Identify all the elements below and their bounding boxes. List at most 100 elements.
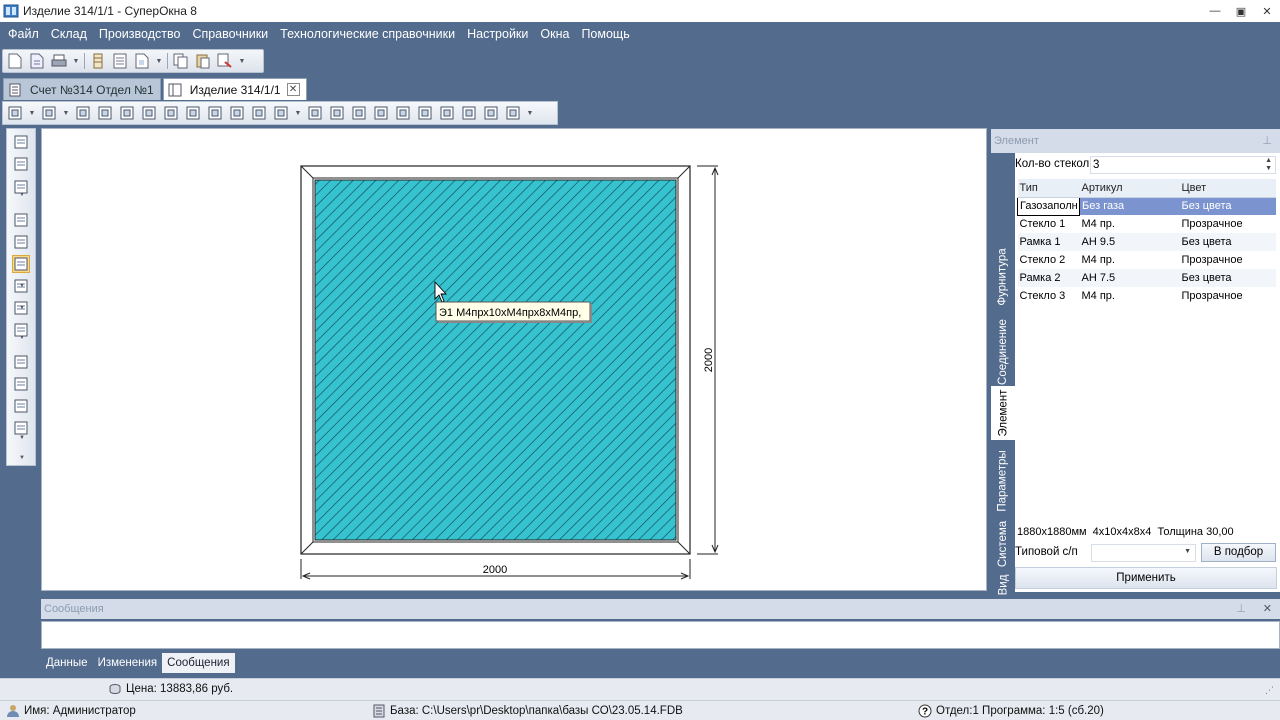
move-icon[interactable] [12,255,30,273]
sash-icon[interactable] [40,104,58,122]
table-cell[interactable]: М4 пр. [1080,287,1180,305]
select-icon[interactable] [12,233,30,251]
dropdown-arrow-icon[interactable]: ▼ [19,455,25,461]
tab-connection[interactable]: Соединение [991,313,1015,391]
resize-grip-icon[interactable]: ⋰ [1265,685,1274,696]
table-cell[interactable]: АН 7.5 [1079,269,1180,287]
stack-icon[interactable] [89,52,107,70]
typical-select[interactable]: ▼ [1091,544,1196,562]
shape-icon[interactable] [394,104,412,122]
print-icon[interactable] [50,52,68,70]
chevron-down-icon[interactable]: ▼ [1184,548,1191,555]
table-cell[interactable]: Газозаполн [1017,196,1080,216]
menu-windows[interactable]: Окна [534,22,575,47]
report-icon[interactable] [12,375,30,393]
drawing-canvas[interactable]: 2000 2000 Э1 М4прх10хМ4прх8хМ4пр, [41,128,987,591]
export-icon[interactable] [216,52,234,70]
select-button[interactable]: В подбор [1201,543,1276,562]
table-cell[interactable]: Без цвета [1179,197,1276,215]
copy-icon[interactable] [172,52,190,70]
col-color[interactable]: Цвет [1179,179,1276,198]
tab-invoice[interactable]: Счет №314 Отдел №1 [3,78,161,100]
new-document-icon[interactable] [6,52,24,70]
table-cell[interactable]: Стекло 3 [1018,287,1080,305]
rotate-icon[interactable] [140,104,158,122]
table-cell[interactable]: Стекло 2 [1018,251,1080,269]
dropdown-arrow-icon[interactable]: ▼ [19,305,25,311]
minimize-button[interactable]: — [1202,0,1228,22]
hardware-icon[interactable] [272,104,290,122]
dropdown-arrow-icon[interactable]: ▼ [19,335,25,341]
tab-changes[interactable]: Изменения [93,653,163,673]
bead-icon[interactable] [416,104,434,122]
table-cell[interactable]: Без цвета [1179,269,1276,287]
double-sash-icon[interactable] [460,104,478,122]
split-icon[interactable] [184,104,202,122]
copy-icon[interactable] [12,211,30,229]
glass-icon[interactable] [438,104,456,122]
table-row[interactable]: Стекло 3 М4 пр. Прозрачное [1018,287,1277,305]
menu-file[interactable]: Файл [2,22,45,47]
tab-view[interactable]: Вид [991,571,1015,599]
close-tab-icon[interactable]: ✕ [286,83,300,96]
menu-production[interactable]: Производство [93,22,187,47]
arch-top-icon[interactable] [350,104,368,122]
impost-icon[interactable] [74,104,92,122]
table-cell[interactable]: Прозрачное [1180,287,1277,305]
export-dropdown-icon[interactable]: ▼ [238,52,246,70]
bay-icon[interactable] [372,104,390,122]
table-cell[interactable]: Стекло 1 [1018,215,1080,233]
copy-element-icon[interactable] [118,104,136,122]
table-cell[interactable]: Без цвета [1179,233,1276,251]
glass-pane[interactable] [314,179,677,541]
table-row[interactable]: Рамка 2 АН 7.5 Без цвета [1017,269,1276,287]
profile-icon[interactable] [250,104,268,122]
grid-icon[interactable] [306,104,324,122]
sash-dropdown-icon[interactable]: ▼ [62,104,70,122]
save-icon[interactable] [12,133,30,151]
tab-system[interactable]: Система [991,517,1015,571]
dropdown-arrow-icon[interactable]: ▼ [19,283,25,289]
open-document-icon[interactable] [28,52,46,70]
table-cell[interactable]: Прозрачное [1180,251,1277,269]
list-icon[interactable] [111,52,129,70]
door-icon[interactable] [228,104,246,122]
apply-button[interactable]: Применить [1015,567,1277,589]
menu-references[interactable]: Справочники [186,22,274,47]
table-cell[interactable]: АН 9.5 [1079,233,1180,251]
table-cell[interactable]: Рамка 1 [1017,233,1080,251]
table-icon[interactable] [12,397,30,415]
menu-tech-references[interactable]: Технологические справочники [274,22,461,47]
close-button[interactable]: ✕ [1254,0,1280,22]
close-icon[interactable]: ✕ [1263,599,1272,619]
stulp-icon[interactable] [482,104,500,122]
paste-icon[interactable] [194,52,212,70]
maximize-button[interactable]: ▣ [1228,0,1254,22]
table-cell[interactable]: М4 пр. [1080,251,1180,269]
col-type[interactable]: Тип [1017,179,1080,198]
print-dropdown-icon[interactable]: ▼ [72,52,80,70]
dropdown-arrow-icon[interactable]: ▼ [19,192,25,198]
menu-warehouse[interactable]: Склад [45,22,93,47]
frame-icon[interactable] [6,104,24,122]
arch-icon[interactable] [162,104,180,122]
tab-messages[interactable]: Сообщения [162,653,235,673]
pin-icon[interactable]: ⊥ [1262,129,1272,153]
layout-icon[interactable] [504,104,522,122]
glass-count-spinner[interactable]: 3 ▲ ▼ [1090,156,1276,174]
edit-icon[interactable] [12,155,30,173]
table-cell[interactable]: Без газа [1079,197,1180,215]
report-dropdown-icon[interactable]: ▼ [155,52,163,70]
fittings-icon[interactable] [12,353,30,371]
table-cell[interactable]: Прозрачное [1180,215,1277,233]
tab-product[interactable]: Изделие 314/1/1 ✕ [162,78,307,100]
col-article[interactable]: Артикул [1079,179,1180,198]
flip-icon[interactable] [206,104,224,122]
tab-parameters[interactable]: Параметры [991,447,1015,515]
dropdown-arrow-icon[interactable]: ▼ [19,435,25,441]
pin-icon[interactable]: ⊥ [1236,599,1246,619]
table-cell[interactable]: Рамка 2 [1017,269,1080,287]
table-cell[interactable]: М4 пр. [1080,215,1180,233]
report-icon[interactable] [133,52,151,70]
table-row[interactable]: Рамка 1 АН 9.5 Без цвета [1017,233,1276,251]
